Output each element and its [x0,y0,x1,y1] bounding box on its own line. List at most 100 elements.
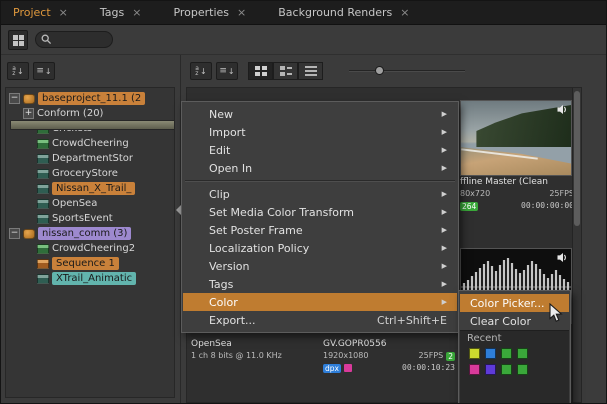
search-icon [41,34,52,45]
tab-label: Properties [173,6,229,19]
tree-item-grocerystore[interactable]: GroceryStore [6,166,174,181]
clip-icon [37,214,49,224]
tree-item-crowdcheering[interactable]: CrowdCheering [6,136,174,151]
submenu-arrow-icon: ▶ [442,110,447,118]
menu-item-color[interactable]: Color▶ [183,293,457,311]
color-submenu: Color Picker... Clear Color Recent [458,290,571,404]
close-icon[interactable]: × [237,7,246,18]
workspace-layout-button[interactable] [8,30,28,50]
close-icon[interactable]: × [132,7,141,18]
clip-audio-info: 1 ch 8 bits @ 11.0 KHz [191,350,282,362]
slider-track[interactable] [349,70,465,72]
recent-label: Recent [460,331,569,347]
recent-color-swatch[interactable] [469,364,480,375]
sequence-icon [37,259,49,269]
tree-toolbar: az ↓ ≡ ↓ [7,62,55,80]
tree-item-opensea[interactable]: OpenSea [6,196,174,211]
submenu-arrow-icon: ▶ [442,128,447,136]
project-tree: − baseproject_11.1 (2 + Conform (20) Cri… [5,87,175,398]
tree-item-sequence1[interactable]: Sequence 1 [6,256,174,271]
menu-item-tags[interactable]: Tags▶ [183,275,457,293]
view-list-button[interactable] [298,62,323,80]
submenu-arrow-icon: ▶ [442,244,447,252]
tree-expand-toggle[interactable]: + [23,108,34,119]
menu-item-set-media-color-transform[interactable]: Set Media Color Transform▶ [183,203,457,221]
tab-bar: Project × Tags × Properties × Background… [1,1,606,25]
recent-color-swatch[interactable] [485,348,496,359]
clip-resolution: 80x720 [460,188,490,200]
list-view-icon [305,66,317,76]
details-view-icon [280,66,292,76]
search-input[interactable] [55,34,112,45]
tab-properties[interactable]: Properties × [165,1,256,25]
tab-background-renders[interactable]: Background Renders × [270,1,419,25]
context-menu: New▶ Import▶ Edit▶ Open In▶ Clip▶ Set Me… [181,101,459,333]
bin-scrollbar[interactable] [572,88,581,402]
tree-item-departmentstore[interactable]: DepartmentStor [6,151,174,166]
clip-card-gopro[interactable]: GV.GOPR0556 1920x1080 25FPS 2 dpx 00:00:… [323,338,455,374]
audio-clip-icon [37,244,49,254]
clip-timecode: 00:00:10:23 [402,362,455,374]
list-lines-icon: ≡ [219,66,227,76]
tree-item-sportsevent[interactable]: SportsEvent [6,211,174,226]
tree-item-label: CrowdCheering [52,138,129,149]
clip-title: ffline Master (Clean [460,176,574,188]
tree-item-xtrail-animatic[interactable]: XTrail_Animatic [6,271,174,286]
count-badge: 2 [446,352,455,361]
recent-color-swatch[interactable] [485,364,496,375]
sort-order-button[interactable]: ≡ ↓ [33,62,55,80]
tree-item-label: GroceryStore [52,168,118,179]
tab-project[interactable]: Project × [5,1,78,25]
menu-item-export[interactable]: Export...Ctrl+Shift+E [183,311,457,329]
sort-order-button[interactable]: ≡ ↓ [216,62,238,80]
menu-item-color-picker[interactable]: Color Picker... [460,294,569,312]
recent-color-swatch[interactable] [517,364,528,375]
scrollbar-thumb[interactable] [574,91,580,226]
project-icon [23,94,35,104]
view-thumbnails-button[interactable] [248,62,273,80]
project-icon [23,229,35,239]
recent-color-swatch[interactable] [501,364,512,375]
menu-item-set-poster-frame[interactable]: Set Poster Frame▶ [183,221,457,239]
clip-title: OpenSea [191,338,316,350]
tree-item-crowdcheering2[interactable]: CrowdCheering2 [6,241,174,256]
tree-collapse-toggle[interactable]: − [9,228,20,239]
tree-item-conform[interactable]: + Conform (20) [6,106,174,121]
app-window: Project × Tags × Properties × Background… [0,0,607,404]
recent-color-swatch[interactable] [469,348,480,359]
clip-fps: 25FPS [419,350,444,362]
menu-item-localization-policy[interactable]: Localization Policy▶ [183,239,457,257]
recent-color-swatch[interactable] [517,348,528,359]
tree-item-nissan-comm[interactable]: − nissan_comm (3) [6,226,174,241]
submenu-arrow-icon: ▶ [442,208,447,216]
clip-icon [37,169,49,179]
menu-item-clear-color[interactable]: Clear Color [460,312,569,330]
thumbnail-size-slider[interactable] [349,62,465,80]
clip-card-offline-master[interactable]: ffline Master (Clean 80x720 25FPS 264 00… [460,100,574,212]
close-icon[interactable]: × [59,7,68,18]
tree-item-nissan-x-trail[interactable]: Nissan_X_Trail_ [6,181,174,196]
menu-item-clip[interactable]: Clip▶ [183,185,457,203]
recent-color-swatch[interactable] [501,348,512,359]
grid-icon [13,35,24,46]
list-lines-icon: ≡ [36,66,44,76]
sort-arrow-icon: ↓ [228,67,235,76]
slider-thumb[interactable] [375,66,384,75]
menu-item-open-in[interactable]: Open In▶ [183,159,457,177]
close-icon[interactable]: × [400,7,409,18]
tree-collapse-toggle[interactable]: − [9,93,20,104]
menu-item-edit[interactable]: Edit▶ [183,141,457,159]
clip-thumbnail [460,100,572,176]
sort-alpha-button[interactable]: az ↓ [7,62,29,80]
codec-badge: 264 [460,202,478,211]
menu-item-version[interactable]: Version▶ [183,257,457,275]
tab-label: Tags [100,6,124,19]
sort-alpha-button[interactable]: az ↓ [190,62,212,80]
tab-tags[interactable]: Tags × [92,1,152,25]
view-details-button[interactable] [273,62,298,80]
clip-card-opensea[interactable]: OpenSea 1 ch 8 bits @ 11.0 KHz [191,338,316,362]
menu-item-import[interactable]: Import▶ [183,123,457,141]
tree-item-baseproject[interactable]: − baseproject_11.1 (2 [6,91,174,106]
menu-item-new[interactable]: New▶ [183,105,457,123]
format-badge: dpx [323,364,341,373]
